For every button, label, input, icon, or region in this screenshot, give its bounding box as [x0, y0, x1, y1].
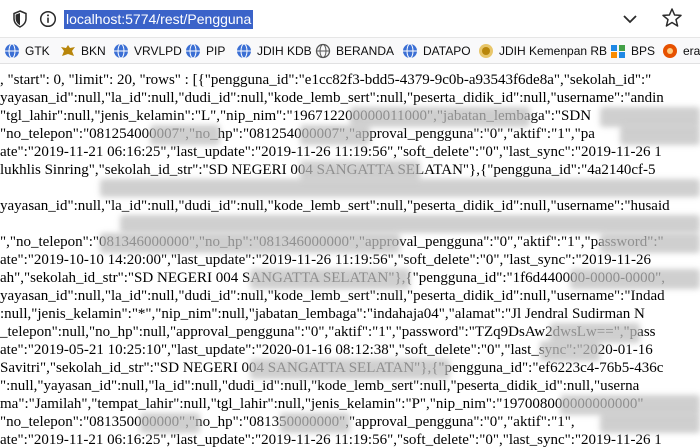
- redaction-blur: [570, 269, 700, 289]
- bookmark-label: JDIH KDB: [257, 44, 312, 58]
- redaction-blur: [300, 161, 420, 181]
- globe-icon: [114, 43, 128, 59]
- json-line: "no_telepon":"081254000007","no_hp":"081…: [0, 126, 595, 142]
- redaction-blur: [300, 125, 370, 145]
- chevron-down-icon[interactable]: [620, 8, 640, 30]
- globe-icon: [186, 43, 200, 59]
- json-line: ":null,"yayasan_id":null,"la_id":null,"d…: [0, 378, 640, 394]
- bookmark-label: BERANDA: [336, 44, 395, 58]
- url-text[interactable]: localhost:5774/rest/Pengguna: [64, 10, 254, 29]
- bookmark-item[interactable]: era: [662, 38, 700, 63]
- json-response-body: , "start": 0, "limit": 20, "rows" : [{"p…: [0, 64, 700, 448]
- bps-logo-icon: [611, 45, 625, 58]
- json-line: yayasan_id":null,"la_id":null,"dudi_id":…: [0, 90, 664, 106]
- bookmark-item[interactable]: BERANDA: [315, 38, 395, 63]
- bookmark-label: JDIH Kemenpan RB: [499, 44, 608, 58]
- bookmark-item[interactable]: DATAPO: [402, 38, 471, 63]
- bookmark-label: VRVLPD: [134, 44, 182, 58]
- globe-icon: [403, 43, 417, 59]
- json-line: yayasan_id":null,"la_id":null,"dudi_id":…: [0, 198, 670, 214]
- bookmark-item[interactable]: BPS: [610, 38, 656, 63]
- emblem-icon: [479, 44, 493, 58]
- redaction-blur: [250, 269, 410, 289]
- redaction-blur: [550, 323, 640, 343]
- redaction-blur: [540, 341, 600, 361]
- bookmark-label: BPS: [631, 44, 656, 58]
- bookmark-item[interactable]: JDIH Kemenpan RB: [478, 38, 608, 63]
- redaction-blur: [140, 413, 200, 433]
- json-line: ate":"2019-11-21 06:16:25","last_update"…: [0, 432, 662, 448]
- url-bar[interactable]: localhost:5774/rest/Pengguna: [0, 0, 700, 38]
- bookmark-label: GTK: [25, 44, 50, 58]
- redaction-blur: [600, 233, 700, 253]
- redaction-blur: [600, 413, 700, 433]
- json-line: ate":"2019-10-10 14:20:00","last_update"…: [0, 252, 652, 268]
- star-icon[interactable]: [660, 6, 684, 30]
- redaction-blur: [620, 125, 700, 145]
- json-line: :null,"jenis_kelamin":"*","nip_nim":null…: [0, 306, 645, 322]
- bookmarks-toolbar: GTK BKN VRVLPD PIP JDIH KDB BERANDA DATA…: [0, 38, 700, 64]
- redaction-blur: [600, 107, 700, 127]
- redaction-blur: [560, 395, 700, 415]
- bookmark-label: PIP: [206, 44, 226, 58]
- globe-icon: [5, 43, 19, 59]
- shield-icon[interactable]: [10, 9, 30, 29]
- bookmark-label: DATAPO: [423, 44, 471, 58]
- redaction-blur: [350, 107, 530, 127]
- json-line: yayasan_id":null,"la_id":null,"dudi_id":…: [0, 288, 665, 304]
- redaction-blur: [280, 413, 350, 433]
- redaction-blur: [120, 215, 700, 233]
- redaction-blur: [150, 125, 220, 145]
- bookmark-item[interactable]: VRVLPD: [113, 38, 182, 63]
- json-line: ate":"2019-11-21 06:16:25","last_update"…: [0, 144, 662, 160]
- redaction-blur: [250, 359, 450, 379]
- bookmark-item[interactable]: JDIH KDB: [236, 38, 312, 63]
- redaction-blur: [100, 233, 400, 253]
- json-line: , "start": 0, "limit": 20, "rows" : [{"p…: [0, 72, 652, 88]
- bookmark-label: BKN: [81, 44, 106, 58]
- bookmark-label: era: [683, 44, 700, 58]
- garuda-icon: [61, 45, 75, 56]
- globe-icon: [237, 43, 251, 59]
- bookmark-item[interactable]: PIP: [185, 38, 226, 63]
- bookmark-item[interactable]: GTK: [4, 38, 50, 63]
- bookmark-item[interactable]: BKN: [60, 38, 106, 63]
- json-line: ma":"Jamilah","tempat_lahir":null,"tgl_l…: [0, 396, 644, 412]
- globe-outline-icon: [315, 43, 331, 59]
- era-icon: [663, 44, 677, 58]
- redaction-blur: [100, 179, 700, 197]
- info-icon[interactable]: [38, 9, 58, 29]
